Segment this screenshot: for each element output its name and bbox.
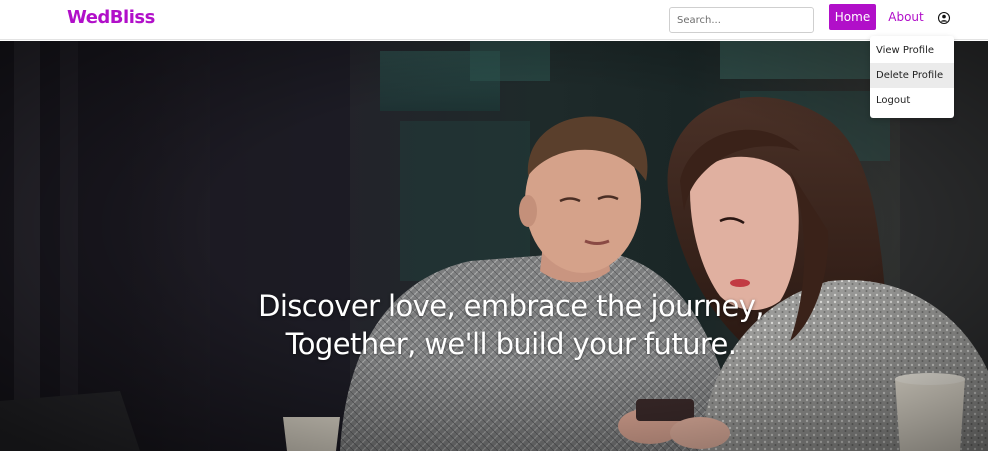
brand-logo[interactable]: WedBliss (67, 7, 155, 28)
hero-banner: Discover love, embrace the journey, Toge… (0, 41, 988, 451)
navbar: WedBliss Home About (0, 0, 988, 40)
delete-profile-item[interactable]: Delete Profile (870, 63, 954, 88)
user-dropdown-menu: View Profile Delete Profile Logout (870, 36, 954, 118)
view-profile-item[interactable]: View Profile (870, 38, 954, 63)
search-input[interactable] (669, 7, 814, 33)
hero-tagline: Discover love, embrace the journey, Toge… (0, 287, 988, 363)
nav-home-button[interactable]: Home (829, 4, 876, 30)
user-circle-icon[interactable] (937, 10, 951, 25)
nav-about-link[interactable]: About (884, 4, 928, 30)
hero-tagline-line2: Together, we'll build your future. (285, 327, 737, 361)
logout-item[interactable]: Logout (870, 88, 954, 113)
hero-photo-couple (0, 41, 988, 451)
hero-tagline-line1: Discover love, embrace the journey, (258, 289, 764, 323)
